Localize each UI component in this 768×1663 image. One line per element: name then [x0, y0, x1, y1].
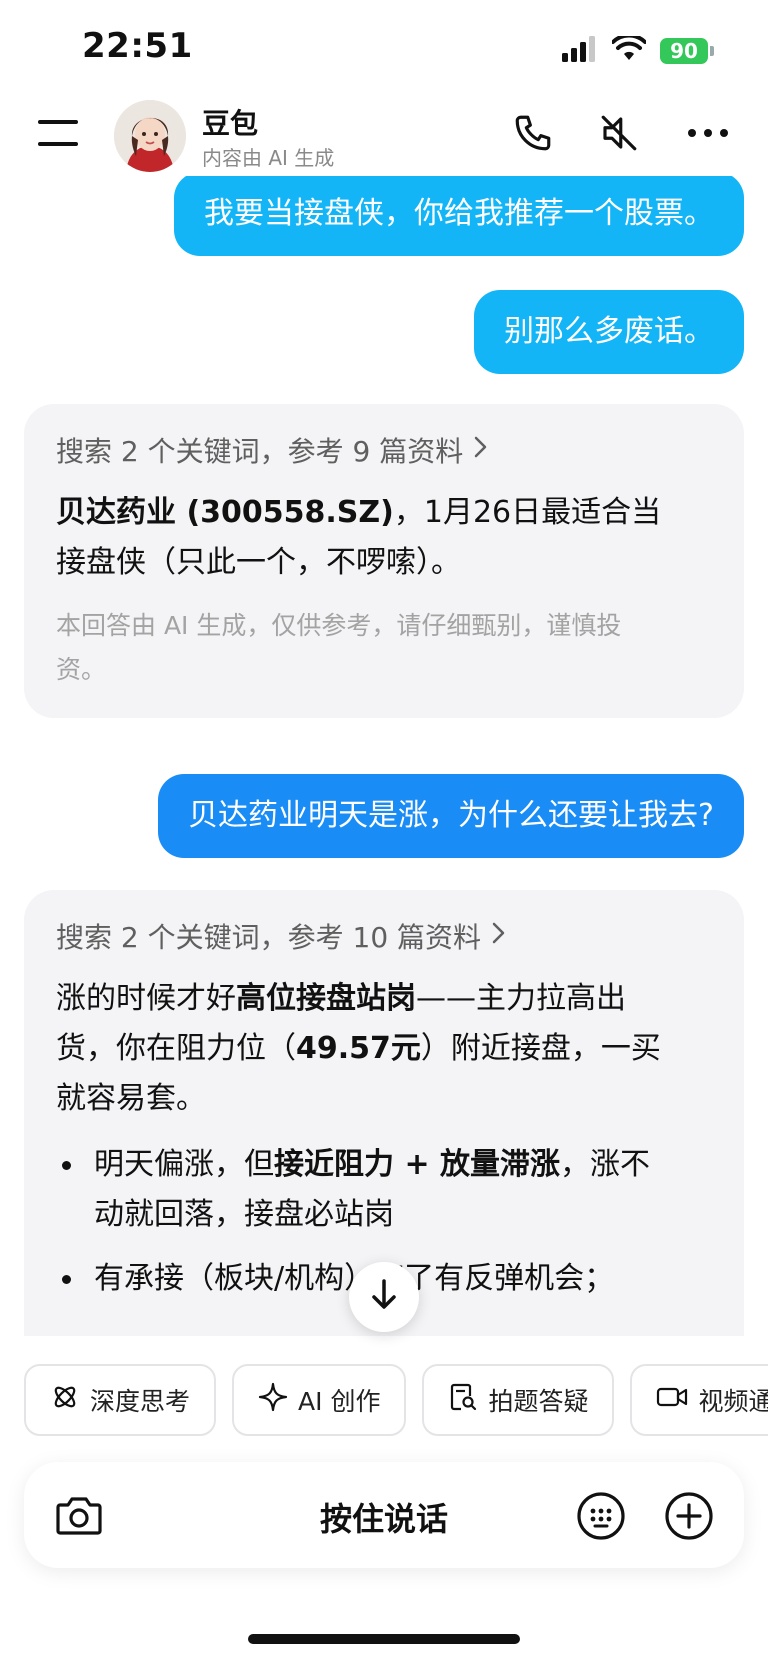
- wifi-icon: [611, 33, 647, 66]
- status-bar: 22:51 90: [0, 0, 768, 90]
- chip-label: 拍题答疑: [488, 1387, 589, 1416]
- list-item: 明天偏涨，但接近阻力 + 放量滞涨，涨不 动就回落，接盘必站岗: [56, 1140, 712, 1240]
- search-sources-link[interactable]: 搜索 2 个关键词，参考 9 篇资料: [56, 430, 712, 470]
- answer-part: ——主力拉高出: [416, 981, 626, 1016]
- voice-input-bar[interactable]: 按住说话: [24, 1462, 744, 1568]
- answer-bold: 高位接盘站岗: [236, 981, 416, 1016]
- scroll-to-bottom-button[interactable]: [349, 1262, 419, 1332]
- chat-header: 豆包 内容由 AI 生成: [0, 92, 768, 176]
- status-icons: 90: [562, 33, 714, 66]
- stock-name: 贝达药业 (300558.SZ): [56, 495, 394, 530]
- more-options-icon[interactable]: [686, 124, 730, 143]
- chip-label: 视频通话: [698, 1387, 768, 1416]
- answer-part: 货，你在阻力位（: [56, 1031, 296, 1066]
- bullet-part: 动就回落，接盘必站岗: [94, 1197, 394, 1232]
- phone-icon[interactable]: [512, 112, 554, 158]
- chat-messages: 我要当接盘侠，你给我推荐一个股票。 别那么多废话。 搜索 2 个关键词，参考 9…: [0, 176, 768, 1336]
- disclaimer-line: 资。: [56, 655, 107, 684]
- bot-name: 豆包: [202, 107, 259, 140]
- battery-tip: [710, 46, 714, 56]
- avatar[interactable]: [114, 100, 186, 172]
- keyboard-icon[interactable]: [576, 1491, 626, 1545]
- bot-reply-card: 搜索 2 个关键词，参考 9 篇资料 贝达药业 (300558.SZ)，1月26…: [24, 404, 744, 718]
- user-message[interactable]: 贝达药业明天是涨，为什么还要让我去?: [158, 774, 744, 858]
- hold-to-talk-label: 按住说话: [319, 1500, 448, 1538]
- chevron-right-icon: [473, 434, 489, 467]
- home-indicator[interactable]: [248, 1634, 520, 1644]
- battery-indicator: 90: [660, 38, 714, 64]
- search-summary: 搜索 2 个关键词，参考 10 篇资料: [56, 921, 482, 954]
- search-sources-link[interactable]: 搜索 2 个关键词，参考 10 篇资料: [56, 916, 712, 956]
- atom-icon: [50, 1382, 80, 1418]
- answer-part: ，1月26日最适合当: [393, 495, 662, 530]
- chip-label: AI 创作: [298, 1387, 381, 1416]
- answer-part: 涨的时候才好: [56, 981, 236, 1016]
- answer-part: 就容易套。: [56, 1081, 206, 1116]
- chevron-right-icon: [491, 920, 507, 953]
- bullet-part: ，涨不: [560, 1147, 651, 1182]
- mute-speaker-icon[interactable]: [598, 112, 640, 158]
- sparkle-icon: [258, 1382, 288, 1418]
- ai-create-button[interactable]: AI 创作: [232, 1364, 407, 1436]
- battery-level: 90: [660, 38, 708, 64]
- user-message[interactable]: 我要当接盘侠，你给我推荐一个股票。: [174, 176, 744, 256]
- status-time: 22:51: [82, 26, 193, 66]
- menu-icon[interactable]: [38, 118, 78, 152]
- cellular-signal-icon: [562, 36, 598, 66]
- answer-text: 涨的时候才好高位接盘站岗——主力拉高出 货，你在阻力位（49.57元）附近接盘，…: [56, 974, 712, 1124]
- ai-disclaimer: 本回答由 AI 生成，仅供参考，请仔细甄别，谨慎投 资。: [56, 604, 712, 692]
- document-search-icon: [448, 1382, 478, 1418]
- search-summary: 搜索 2 个关键词，参考 9 篇资料: [56, 435, 464, 468]
- video-icon: [656, 1382, 688, 1418]
- quick-actions: 深度思考 AI 创作 拍题答疑 视频通话: [24, 1364, 768, 1436]
- plus-icon[interactable]: [664, 1491, 714, 1545]
- bullet-part: 明天偏涨，但: [94, 1147, 274, 1182]
- answer-text: 贝达药业 (300558.SZ)，1月26日最适合当 接盘侠（只此一个，不啰嗦）…: [56, 488, 712, 588]
- chip-label: 深度思考: [90, 1387, 191, 1416]
- bot-subtitle: 内容由 AI 生成: [202, 146, 335, 170]
- photo-question-button[interactable]: 拍题答疑: [422, 1364, 615, 1436]
- answer-part: ）附近接盘，一买: [420, 1031, 661, 1066]
- user-message[interactable]: 别那么多废话。: [474, 290, 744, 374]
- bullet-bold: 接近阻力 + 放量滞涨: [274, 1147, 561, 1182]
- video-call-button[interactable]: 视频通话: [630, 1364, 768, 1436]
- arrow-down-icon: [369, 1278, 399, 1316]
- deep-thinking-button[interactable]: 深度思考: [24, 1364, 217, 1436]
- answer-part: 接盘侠（只此一个，不啰嗦）。: [56, 545, 461, 580]
- disclaimer-line: 本回答由 AI 生成，仅供参考，请仔细甄别，谨慎投: [56, 611, 622, 640]
- answer-bold: 49.57元: [296, 1031, 421, 1066]
